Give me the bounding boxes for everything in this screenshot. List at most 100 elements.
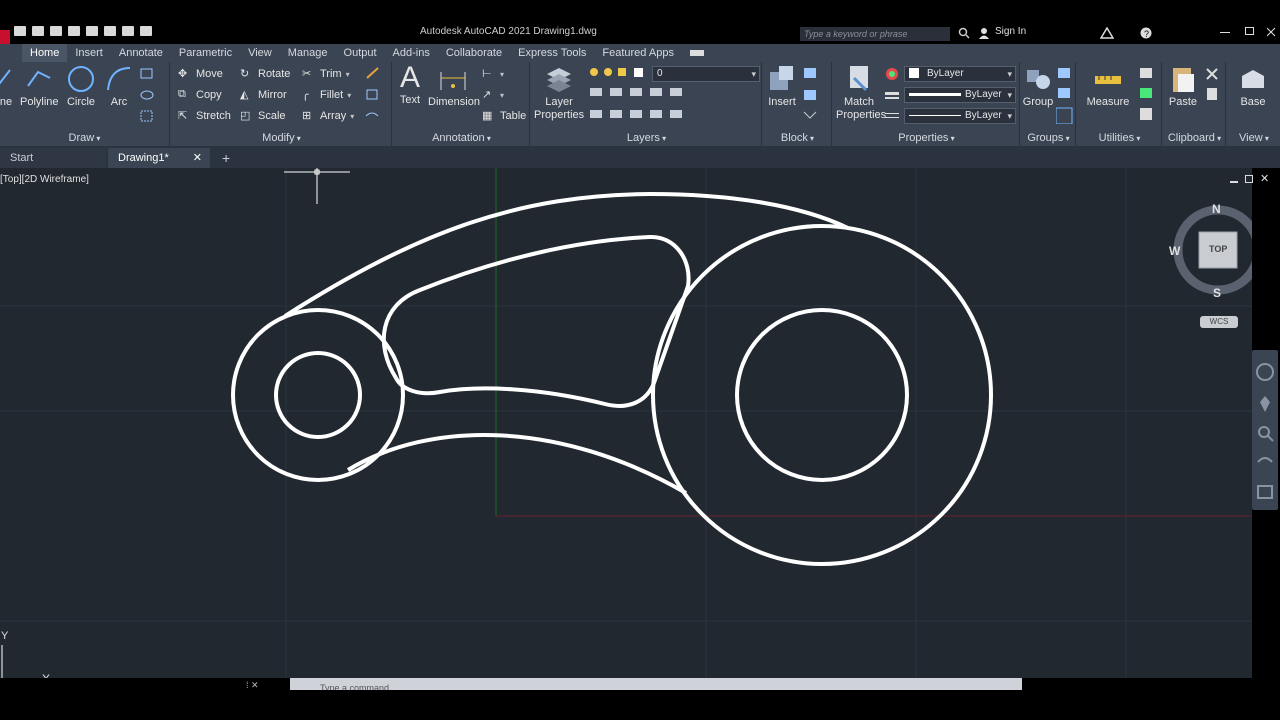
rotate-button[interactable]: ↻ Rotate [240,67,290,81]
search-input[interactable]: Type a keyword or phrase [800,27,950,41]
right-outer-circle[interactable] [651,224,993,566]
search-icon[interactable] [958,27,970,39]
compass-n[interactable]: N [1212,202,1221,216]
top-tangent-arc[interactable] [283,191,849,318]
tab-annotate[interactable]: Annotate [111,44,171,62]
scale-button[interactable]: ◰ Scale [240,109,286,123]
measure-button[interactable]: Measure [1084,64,1132,108]
viewport-minimize-icon[interactable] [1230,181,1238,183]
tab-featured-apps[interactable]: Featured Apps [594,44,682,62]
sign-in-button[interactable]: Sign In [995,26,1026,37]
redo-icon[interactable] [140,26,152,36]
mirror-button[interactable]: ◭ Mirror [240,88,287,102]
groups-panel-title[interactable]: Groups [1022,132,1075,144]
drawing-canvas[interactable]: N S E W TOP WCS Y X [0,168,1252,678]
view-panel-title[interactable]: View [1228,132,1280,144]
leader-button[interactable]: ⊢ ▾ [482,67,504,81]
viewport-controls-label[interactable]: [Top][2D Wireframe] [0,174,89,185]
wcs-menu[interactable]: WCS [1200,316,1238,328]
close-window-icon[interactable] [1266,27,1276,37]
utilities-panel-title[interactable]: Utilities [1078,132,1161,144]
web-mobile-icon[interactable] [86,26,98,36]
move-button[interactable]: ✥ Move [178,67,223,81]
viewport-close-icon[interactable]: ✕ [1260,174,1269,185]
text-button[interactable]: A Text [396,62,424,107]
tab-collaborate[interactable]: Collaborate [438,44,510,62]
layer-tools-icons[interactable] [588,86,688,126]
new-tab-icon[interactable]: + [218,148,238,168]
compass-s[interactable]: S [1213,286,1221,300]
tab-drawing1[interactable]: Drawing1* ✕ [108,148,210,168]
clipboard-small-tools[interactable] [1204,66,1222,106]
dimension-button[interactable]: Dimension [428,64,480,108]
layers-panel-title[interactable]: Layers [532,132,761,144]
linetype-dropdown[interactable]: ByLayer [904,108,1016,124]
layer-state-icons[interactable] [588,66,658,78]
tab-parametric[interactable]: Parametric [171,44,240,62]
ribbon-options-icon[interactable] [682,44,712,62]
line-button[interactable]: ne [0,64,16,108]
viewcube-face-label[interactable]: TOP [1209,244,1227,254]
zoom-icon[interactable] [1258,426,1270,438]
groups-small-tools[interactable] [1056,66,1074,124]
modify-small-tools[interactable] [364,66,384,126]
drawing-geometry[interactable] [231,191,993,566]
model-space-svg[interactable] [0,168,1252,678]
paste-button[interactable]: Paste [1166,64,1200,108]
match-properties-button[interactable]: Match Properties [836,64,886,122]
polyline-button[interactable]: Polyline [20,64,59,108]
minimize-icon[interactable] [1220,32,1230,33]
tab-start[interactable]: Start [0,148,106,168]
modify-panel-title[interactable]: Modify [172,132,391,144]
stretch-button[interactable]: ⇱ Stretch [178,109,231,123]
tab-insert[interactable]: Insert [67,44,111,62]
table-button[interactable]: ▦ Table [482,109,526,123]
layer-properties-button[interactable]: Layer Properties [534,64,584,122]
circle-button[interactable]: Circle [62,64,100,108]
new-icon[interactable] [14,26,26,36]
clipboard-panel-title[interactable]: Clipboard [1164,132,1225,144]
nav-tools[interactable] [1252,350,1278,510]
command-line[interactable]: Type a command [290,678,1022,693]
left-inner-circle[interactable] [274,351,362,439]
pan-icon[interactable] [1260,396,1270,412]
base-button[interactable]: Base [1234,64,1272,108]
tab-express-tools[interactable]: Express Tools [510,44,594,62]
draw-small-tools[interactable] [140,68,164,130]
markup-button[interactable]: ↗ ▾ [482,88,504,102]
viewcube[interactable] [1166,200,1252,332]
right-inner-circle[interactable] [735,308,909,482]
trim-button[interactable]: ✂ Trim ▾ [302,67,350,81]
tab-manage[interactable]: Manage [280,44,336,62]
color-dropdown[interactable]: ByLayer [904,66,1016,82]
bottom-tangent-arc[interactable] [346,432,688,495]
block-panel-title[interactable]: Block [764,132,831,144]
open-icon[interactable] [32,26,44,36]
arc-button[interactable]: Arc [102,64,136,108]
viewport-restore-icon[interactable] [1245,175,1253,183]
autocad-logo-icon[interactable] [0,30,10,44]
copy-button[interactable]: ⧉ Copy [178,88,222,102]
lineweight-dropdown[interactable]: ByLayer [904,87,1016,103]
restore-icon[interactable] [1245,27,1254,35]
orbit-icon[interactable] [1257,457,1273,463]
utilities-small-tools[interactable] [1138,66,1156,124]
autodesk-app-icon[interactable] [1100,27,1114,39]
plot-icon[interactable] [104,26,116,36]
inner-slot[interactable] [381,234,691,408]
annotation-panel-title[interactable]: Annotation [394,132,529,144]
tab-output[interactable]: Output [336,44,385,62]
steering-wheel-icon[interactable] [1256,363,1274,381]
save-as-icon[interactable] [68,26,80,36]
group-button[interactable]: Group [1022,64,1054,108]
tab-add-ins[interactable]: Add-ins [385,44,438,62]
layer-dropdown[interactable]: 0 [652,66,760,82]
compass-w[interactable]: W [1169,244,1180,258]
showmotion-icon[interactable] [1257,485,1273,499]
undo-icon[interactable] [122,26,134,36]
tab-home[interactable]: Home [22,44,68,62]
properties-panel-title[interactable]: Properties [834,132,1019,144]
fillet-button[interactable]: ╭ Fillet ▾ [302,88,351,102]
array-button[interactable]: ⊞ Array ▾ [302,109,354,123]
tab-view[interactable]: View [240,44,280,62]
